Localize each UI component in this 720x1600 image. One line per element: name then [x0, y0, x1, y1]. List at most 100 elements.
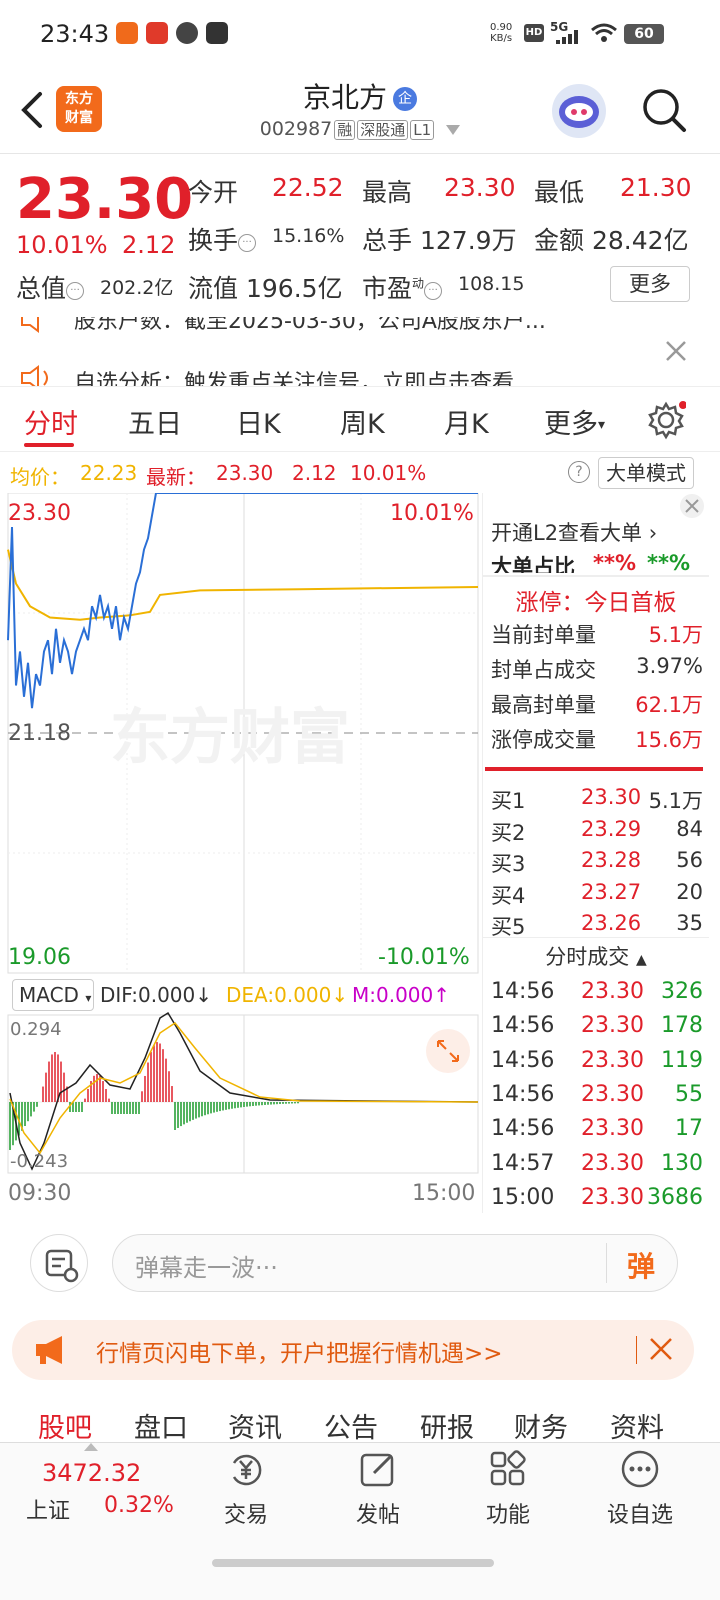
- info-icon: ···: [238, 234, 257, 252]
- trade-volume: 130: [661, 1150, 703, 1176]
- bid-label: 买5: [491, 915, 526, 939]
- trade-volume: 178: [661, 1013, 703, 1039]
- notice-line-2: 自选分析：触发重点关注信号，立即点击查看: [74, 371, 515, 387]
- watermark: 东方财富: [110, 703, 350, 773]
- pe-label[interactable]: 市盈动 ···: [362, 269, 443, 305]
- limit-stat-value: 15.6万: [635, 728, 703, 752]
- trade-volume: 17: [675, 1116, 703, 1142]
- tab-finance[interactable]: 财务: [514, 1406, 568, 1445]
- trade-price: 23.30: [581, 1150, 644, 1176]
- tab-pankou[interactable]: 盘口: [134, 1406, 188, 1445]
- close-icon[interactable]: [679, 493, 705, 519]
- change-amount: 2.12: [122, 231, 176, 259]
- trades-title[interactable]: 分时成交 ▲: [483, 941, 709, 971]
- notice-banner[interactable]: 股东户数：截至2025-03-30，公司A股股东户... 自选分析：触发重点关注…: [0, 317, 720, 387]
- limit-stat-value: 3.97%: [636, 654, 703, 678]
- turnover-label[interactable]: 换手 ···: [188, 221, 257, 257]
- app-notification-icon: [116, 22, 138, 44]
- status-time: 23:43: [40, 20, 110, 48]
- indicator-select[interactable]: MACD ▾: [12, 979, 94, 1011]
- float-value: 196.5亿: [246, 274, 343, 303]
- close-icon[interactable]: [648, 1336, 674, 1362]
- bid-price: 23.29: [581, 816, 642, 841]
- index-ticker[interactable]: 3472.32 上证 0.32%: [0, 1443, 180, 1553]
- tab-daily-k[interactable]: 日K: [236, 402, 281, 441]
- tab-intraday[interactable]: 分时: [24, 402, 78, 441]
- danmu-input[interactable]: 弹幕走一波··· 弹: [112, 1234, 678, 1292]
- speaker-icon: [21, 317, 39, 333]
- tab-five-day[interactable]: 五日: [128, 402, 182, 441]
- bid-label: 买1: [491, 789, 526, 813]
- trade-price: 23.30: [581, 1047, 644, 1073]
- dea-value: DEA:0.000↓: [226, 983, 349, 1007]
- bid-volume: 56: [676, 848, 703, 872]
- stock-code-row[interactable]: 002987 融深股通 L1: [0, 118, 720, 140]
- bid-row[interactable]: 买2 23.29 84: [491, 817, 703, 847]
- app-notification-icon-2: [146, 22, 168, 44]
- more-button[interactable]: 更多: [610, 266, 690, 302]
- chevron-down-icon: [446, 125, 461, 135]
- bid-volume: 20: [676, 879, 703, 904]
- bid-row[interactable]: 买3 23.28 56: [491, 848, 703, 878]
- net-speed: 0.90 KB/s: [490, 22, 513, 44]
- trade-price: 23.30: [581, 1116, 644, 1142]
- trade-time: 14:57: [491, 1150, 555, 1176]
- edit-post-icon: [360, 1453, 394, 1487]
- danmu-toggle-icon[interactable]: 弹: [627, 1245, 655, 1285]
- tab-profile[interactable]: 资料: [610, 1406, 664, 1445]
- promo-text: 行情页闪电下单，开户把握行情机遇>>: [96, 1341, 503, 1367]
- hd-icon: HD: [524, 24, 544, 42]
- promo-banner[interactable]: 行情页闪电下单，开户把握行情机遇>>: [12, 1320, 694, 1380]
- stock-title: 京北方企: [0, 76, 720, 116]
- limit-stat-row: 最高封单量 62.1万: [491, 689, 703, 719]
- big-ratio-row: 大单占比 **% **%: [491, 551, 691, 573]
- mcap-label[interactable]: 总值 ···: [16, 269, 85, 305]
- bid-row[interactable]: 买4 23.27 20: [491, 880, 703, 910]
- bid-label: 买2: [491, 820, 526, 845]
- y-axis-bottom-pct: -10.01%: [378, 945, 470, 970]
- trade-volume: 55: [675, 1081, 703, 1107]
- big-order-mode-button[interactable]: 大单模式: [598, 457, 694, 489]
- help-icon[interactable]: ?: [568, 461, 590, 483]
- tab-guba[interactable]: 股吧: [38, 1406, 92, 1445]
- status-bar: 23:43 0.90 KB/s HD 5G 60: [0, 0, 720, 66]
- tab-monthly-k[interactable]: 月K: [444, 402, 489, 441]
- current-price: 23.30: [16, 167, 194, 232]
- limit-stat-row: 涨停成交量 15.6万: [491, 724, 703, 754]
- trade-time: 14:56: [491, 979, 555, 1004]
- change-percent: 10.01%: [16, 231, 108, 259]
- dif-value: DIF:0.000↓: [100, 983, 213, 1007]
- tab-underline: [24, 443, 74, 447]
- trade-price: 23.30: [581, 1013, 644, 1039]
- trade-row: 14:57 23.30 130: [491, 1151, 703, 1176]
- tab-news[interactable]: 资讯: [228, 1406, 282, 1445]
- low-label: 最低: [534, 178, 585, 207]
- intraday-chart[interactable]: 东方财富 23.30 10.01% 21.18 19.06 -10.01% MA…: [0, 493, 482, 1213]
- limit-stat-row: 当前封单量 5.1万: [491, 619, 703, 649]
- tab-announcement[interactable]: 公告: [324, 1406, 378, 1445]
- latest-label: 最新：: [146, 465, 206, 489]
- index-name: 上证: [26, 1499, 71, 1524]
- caret-up-icon: [84, 1443, 98, 1451]
- search-icon[interactable]: [640, 86, 688, 134]
- chevron-down-icon: ▾: [85, 991, 92, 1005]
- comment-settings-icon[interactable]: [30, 1234, 88, 1292]
- tab-research[interactable]: 研报: [420, 1406, 474, 1445]
- home-indicator: [212, 1559, 494, 1567]
- tab-weekly-k[interactable]: 周K: [340, 402, 385, 441]
- l2-link[interactable]: 开通L2查看大单 ›: [491, 517, 703, 547]
- bid-row[interactable]: 买1 23.30 5.1万: [491, 785, 703, 815]
- y-axis-mid-price: 21.18: [8, 721, 71, 746]
- avg-value: 22.23: [80, 461, 138, 485]
- expand-icon[interactable]: [426, 1029, 470, 1073]
- tag-connect: 深股通: [357, 120, 409, 140]
- tab-more[interactable]: 更多▾: [544, 402, 605, 441]
- close-icon[interactable]: [664, 339, 688, 363]
- latest-pct: 10.01%: [350, 461, 427, 485]
- bid-volume: 5.1万: [648, 789, 703, 813]
- battery-icon: 60: [624, 24, 664, 44]
- settings-gear-icon[interactable]: [646, 400, 686, 440]
- latest-value: 23.30: [216, 461, 274, 485]
- robot-assistant-icon[interactable]: [552, 84, 606, 138]
- trade-row: 14:56 23.30 55: [491, 1082, 703, 1107]
